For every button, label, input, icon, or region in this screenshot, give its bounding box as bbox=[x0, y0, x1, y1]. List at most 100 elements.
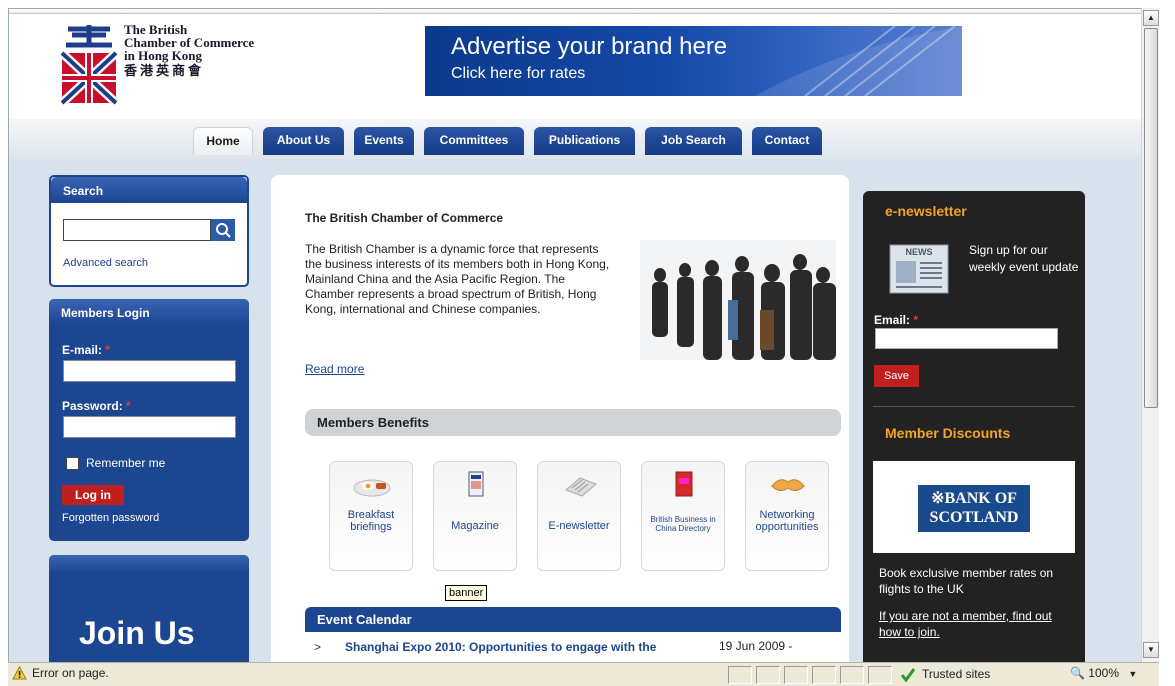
warning-icon[interactable] bbox=[12, 666, 27, 680]
status-message[interactable]: Error on page. bbox=[32, 666, 109, 680]
login-password-field[interactable] bbox=[63, 416, 236, 438]
advanced-search-link[interactable]: Advanced search bbox=[63, 257, 148, 269]
search-input[interactable] bbox=[63, 219, 211, 241]
newspaper-icon: NEWS bbox=[889, 244, 949, 294]
status-pane bbox=[728, 666, 752, 684]
members-benefits-header: Members Benefits bbox=[305, 409, 841, 436]
tab-events[interactable]: Events bbox=[354, 127, 414, 155]
tab-contact[interactable]: Contact bbox=[752, 127, 822, 155]
join-us-panel[interactable]: Join Us bbox=[49, 555, 249, 662]
benefit-e-newsletter[interactable]: E-newsletter bbox=[537, 461, 621, 571]
benefit-label: Breakfast briefings bbox=[347, 509, 395, 533]
benefit-breakfast-briefings[interactable]: Breakfast briefings bbox=[329, 461, 413, 571]
event-calendar-title: Event Calendar bbox=[317, 612, 412, 627]
intro-paragraph: The British Chamber is a dynamic force t… bbox=[305, 242, 610, 316]
crowd-photo bbox=[640, 240, 836, 360]
logo-line3: in Hong Kong bbox=[124, 48, 203, 63]
event-calendar-header: Event Calendar bbox=[305, 607, 841, 632]
search-icon bbox=[216, 223, 231, 238]
required-mark: * bbox=[913, 313, 919, 327]
zoom-control[interactable]: 🔍 100% ▼ bbox=[1070, 666, 1137, 680]
benefit-label: British Business in China Directory bbox=[650, 515, 716, 533]
tab-committees[interactable]: Committees bbox=[424, 127, 524, 155]
tab-home[interactable]: Home bbox=[193, 127, 253, 155]
scroll-up-button[interactable]: ▲ bbox=[1143, 10, 1159, 26]
right-sidebar: e-newsletter NEWS Sign up for our weekly… bbox=[863, 191, 1085, 662]
newsletter-signup-text: Sign up for our weekly event update bbox=[969, 243, 1079, 274]
newsletter-email-label-text: Email: bbox=[874, 313, 911, 327]
benefit-label: E-newsletter bbox=[548, 520, 610, 532]
search-button[interactable] bbox=[211, 219, 235, 241]
scroll-thumb[interactable] bbox=[1144, 28, 1158, 408]
newsletter-icon bbox=[565, 477, 597, 497]
banner-subline: Click here for rates bbox=[451, 65, 586, 82]
checkmark-icon bbox=[900, 668, 916, 683]
read-more-link[interactable]: Read more bbox=[305, 362, 364, 376]
members-benefits-title: Members Benefits bbox=[317, 415, 429, 430]
password-label-text: Password: bbox=[62, 399, 123, 413]
join-info-link[interactable]: If you are not a member, find out how to… bbox=[879, 608, 1069, 640]
member-discounts-title: Member Discounts bbox=[885, 425, 1011, 441]
status-bar: Error on page. Trusted sites 🔍 100% ▼ bbox=[8, 662, 1159, 686]
security-zone[interactable]: Trusted sites bbox=[900, 666, 1060, 684]
newsletter-save-button[interactable]: Save bbox=[874, 365, 919, 387]
chamber-emblem-icon bbox=[58, 25, 120, 107]
tab-about-us[interactable]: About Us bbox=[263, 127, 344, 155]
benefit-magazine[interactable]: Magazine bbox=[433, 461, 517, 571]
bank-logo-line2: SCOTLAND bbox=[929, 509, 1019, 526]
bank-of-scotland-logo: ※BANK OF SCOTLAND bbox=[918, 485, 1030, 532]
page-viewport: The British Chamber of Commerce in Hong … bbox=[8, 8, 1141, 662]
tab-job-search[interactable]: Job Search bbox=[645, 127, 742, 155]
vertical-scrollbar[interactable]: ▲ ▼ bbox=[1141, 8, 1159, 662]
search-panel-title: Search bbox=[51, 177, 247, 203]
main-content: The British Chamber of Commerce The Brit… bbox=[271, 175, 849, 662]
breakfast-icon bbox=[353, 479, 391, 497]
news-img-label: NEWS bbox=[906, 247, 933, 257]
email-label: E-mail: * bbox=[62, 343, 110, 357]
zoom-level: 100% bbox=[1088, 666, 1119, 680]
chevron-right-icon: > bbox=[314, 640, 322, 654]
logo-wordmark: The British Chamber of Commerce in Hong … bbox=[124, 23, 254, 77]
status-pane bbox=[840, 666, 864, 684]
magazine-icon bbox=[468, 471, 484, 497]
login-button[interactable]: Log in bbox=[62, 485, 124, 505]
bank-of-scotland-ad[interactable]: ※BANK OF SCOTLAND bbox=[873, 461, 1075, 553]
forgotten-password-link[interactable]: Forgotten password bbox=[62, 512, 159, 524]
e-newsletter-title: e-newsletter bbox=[885, 203, 967, 219]
sidebar-divider bbox=[873, 406, 1075, 407]
required-mark: * bbox=[126, 399, 131, 413]
scroll-down-button[interactable]: ▼ bbox=[1143, 642, 1159, 658]
remember-me-label: Remember me bbox=[86, 456, 166, 470]
status-pane bbox=[756, 666, 780, 684]
intro-title: The British Chamber of Commerce bbox=[305, 211, 504, 225]
security-zone-label: Trusted sites bbox=[922, 667, 991, 681]
search-panel: Search Advanced search bbox=[49, 175, 249, 287]
status-pane bbox=[812, 666, 836, 684]
event-link[interactable]: Shanghai Expo 2010: Opportunities to eng… bbox=[345, 640, 656, 654]
logo-chinese-name: 香港英商會 bbox=[124, 63, 205, 78]
handshake-icon bbox=[771, 479, 805, 492]
benefit-networking[interactable]: Networking opportunities bbox=[745, 461, 829, 571]
password-label: Password: * bbox=[62, 399, 131, 413]
benefit-label: Magazine bbox=[451, 520, 499, 532]
chamber-logo[interactable]: The British Chamber of Commerce in Hong … bbox=[58, 23, 288, 113]
chevron-down-icon: ▼ bbox=[1128, 669, 1138, 679]
newsletter-email-field[interactable] bbox=[875, 328, 1058, 349]
login-email-field[interactable] bbox=[63, 360, 236, 382]
members-login-panel: Members Login E-mail: * Password: * Reme… bbox=[49, 299, 249, 541]
advertise-banner[interactable]: Advertise your brand here Click here for… bbox=[425, 26, 962, 96]
page-top-edge bbox=[9, 9, 1141, 14]
banner-headline: Advertise your brand here bbox=[451, 33, 728, 60]
zoom-icon: 🔍 bbox=[1070, 666, 1085, 680]
status-pane bbox=[868, 666, 892, 684]
tab-publications[interactable]: Publications bbox=[534, 127, 635, 155]
email-label-text: E-mail: bbox=[62, 343, 103, 357]
newsletter-email-label: Email: * bbox=[874, 313, 918, 327]
required-mark: * bbox=[105, 343, 111, 357]
benefit-directory[interactable]: British Business in China Directory bbox=[641, 461, 725, 571]
members-login-title: Members Login bbox=[49, 299, 249, 325]
bank-logo-line1: ※BANK OF bbox=[931, 490, 1017, 507]
remember-me-checkbox[interactable] bbox=[66, 457, 79, 470]
join-panel-header bbox=[49, 555, 249, 573]
directory-icon bbox=[675, 471, 693, 497]
